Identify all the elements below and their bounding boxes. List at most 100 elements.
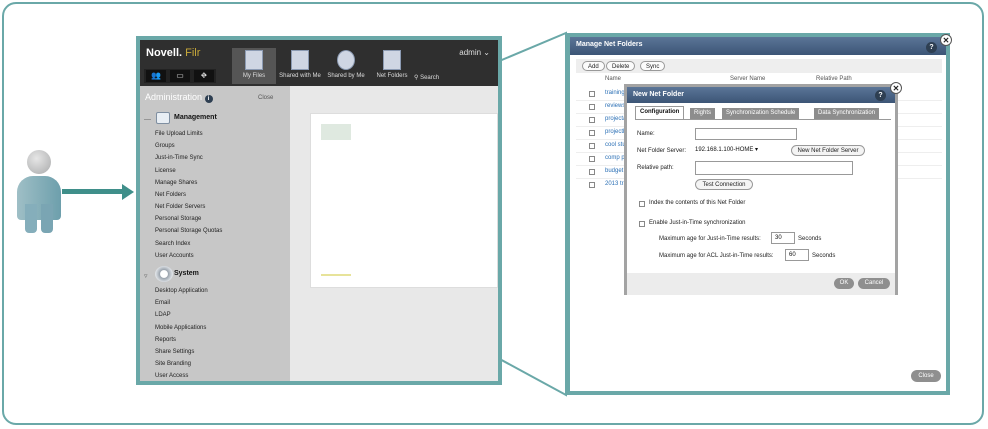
people-icon[interactable]: 👥 (146, 70, 166, 82)
hierarchy-icon[interactable]: ⛖ (194, 70, 214, 82)
close-button[interactable]: Close (911, 370, 941, 382)
net-folder-link[interactable]: reviews (605, 103, 625, 109)
filr-header: Novell. Filr admin ⌄ 👥 ▭ ⛖ My Files Shar… (140, 40, 498, 86)
max-age-input[interactable]: 30 (771, 232, 795, 244)
menu-item[interactable]: Net Folder Servers (155, 204, 205, 210)
add-button[interactable]: Add (582, 61, 605, 71)
content-panel (310, 113, 498, 288)
search-icon: ⚲ (414, 75, 419, 81)
menu-item[interactable]: Email (155, 300, 170, 306)
menu-item[interactable]: User Accounts (155, 253, 194, 259)
user-menu[interactable]: admin ⌄ (459, 48, 490, 57)
menu-item[interactable]: Manage Shares (155, 180, 197, 186)
new-net-folder-dialog: New Net Folder ? Configuration Rights Sy… (624, 84, 898, 295)
user-figure-body (17, 176, 61, 220)
delete-button[interactable]: Delete (606, 61, 636, 71)
path-field[interactable] (695, 161, 853, 175)
app-logo: Novell. Filr (146, 47, 201, 59)
nav-shared-with-me[interactable]: Shared with Me (278, 48, 322, 84)
help-icon[interactable]: ? (926, 42, 937, 53)
nav-net-folders[interactable]: Net Folders (370, 48, 414, 84)
menu-item[interactable]: Mobile Applications (155, 325, 206, 331)
menu-item[interactable]: Share Settings (155, 349, 194, 355)
index-label: Index the contents of this Net Folder (649, 200, 746, 206)
test-connection-button[interactable]: Test Connection (695, 179, 753, 190)
menu-item[interactable]: Just-in-Time Sync (155, 155, 203, 161)
user-figure-icon (27, 150, 51, 174)
management-icon (156, 112, 170, 124)
tab-rights[interactable]: Rights (690, 108, 716, 119)
menu-item[interactable]: Search Index (155, 241, 190, 247)
nav-my-files[interactable]: My Files (232, 48, 276, 84)
menu-item[interactable]: Site Branding (155, 361, 191, 367)
collapse-icon[interactable]: — (144, 116, 151, 123)
shared-by-me-icon (337, 50, 355, 70)
menu-item[interactable]: User Access (155, 373, 188, 379)
net-folder-link[interactable]: budget (605, 168, 623, 174)
arrow-icon (62, 189, 126, 194)
row-checkbox[interactable] (589, 182, 595, 188)
server-select[interactable]: 192.168.1.100-HOME ▾ (695, 146, 758, 153)
jit-label: Enable Just-in-Time synchronization (649, 220, 746, 226)
sync-button[interactable]: Sync (640, 61, 666, 71)
menu-item[interactable]: File Upload Limits (155, 131, 203, 137)
menu-item[interactable]: Personal Storage (155, 216, 201, 222)
manage-net-folders-titlebar: Manage Net Folders ? (570, 37, 946, 55)
admin-close-link[interactable]: Close (258, 95, 273, 101)
row-checkbox[interactable] (589, 117, 595, 123)
net-folder-link[interactable]: training (605, 90, 625, 96)
dialog-titlebar: New Net Folder ? (627, 87, 895, 103)
search-box[interactable]: ⚲ Search (414, 74, 439, 81)
info-icon[interactable]: i (204, 95, 213, 103)
max-age-acl-input[interactable]: 60 (785, 249, 809, 261)
dialog-title: New Net Folder (633, 91, 684, 98)
seconds-label: Seconds (798, 236, 822, 242)
user-figure-leg (25, 204, 37, 233)
admin-title: Administration i (145, 92, 213, 103)
menu-item[interactable]: Groups (155, 143, 175, 149)
row-checkbox[interactable] (589, 156, 595, 162)
net-folder-link[interactable]: cool stu (605, 142, 626, 148)
tab-data-sync[interactable]: Data Synchronization (814, 108, 880, 119)
chevron-down-icon: ▾ (755, 147, 759, 153)
close-icon[interactable]: ✕ (940, 34, 952, 46)
net-folder-link[interactable]: comp pl (605, 155, 626, 161)
management-heading: Management (174, 114, 217, 121)
name-label: Name: (637, 131, 655, 137)
menu-item-net-folders[interactable]: Net Folders (155, 192, 186, 198)
name-field[interactable] (695, 128, 797, 140)
tab-divider (635, 119, 891, 120)
system-heading: System (174, 270, 199, 277)
menu-item[interactable]: LDAP (155, 312, 171, 318)
column-header-server[interactable]: Server Name (730, 76, 765, 82)
row-checkbox[interactable] (589, 143, 595, 149)
max-age-label: Maximum age for Just-in-Time results: (659, 236, 761, 242)
tab-sync-schedule[interactable]: Synchronization Schedule (722, 108, 800, 119)
row-checkbox[interactable] (589, 91, 595, 97)
close-icon[interactable]: ✕ (890, 82, 902, 94)
row-checkbox[interactable] (589, 104, 595, 110)
toolbar: Add Delete Sync (576, 59, 942, 73)
divider (321, 274, 351, 276)
column-header-name[interactable]: Name (605, 76, 621, 82)
cancel-button[interactable]: Cancel (858, 278, 890, 289)
menu-item[interactable]: Desktop Application (155, 288, 208, 294)
jit-checkbox[interactable] (639, 221, 645, 227)
menu-item[interactable]: Personal Storage Quotas (155, 228, 222, 234)
nav-shared-by-me[interactable]: Shared by Me (324, 48, 368, 84)
path-label: Relative path: (637, 165, 674, 171)
screen-icon[interactable]: ▭ (170, 70, 190, 82)
help-icon[interactable]: ? (875, 90, 886, 101)
collapse-icon[interactable]: ▿ (144, 272, 148, 280)
row-checkbox[interactable] (589, 169, 595, 175)
index-checkbox[interactable] (639, 201, 645, 207)
gear-icon (155, 266, 173, 282)
new-server-button[interactable]: New Net Folder Server (791, 145, 865, 156)
menu-item[interactable]: Reports (155, 337, 176, 343)
tab-configuration[interactable]: Configuration (635, 106, 685, 119)
menu-item[interactable]: License (155, 168, 176, 174)
thumbnail (321, 124, 351, 140)
row-checkbox[interactable] (589, 130, 595, 136)
ok-button[interactable]: OK (834, 278, 854, 289)
column-header-path[interactable]: Relative Path (816, 76, 852, 82)
